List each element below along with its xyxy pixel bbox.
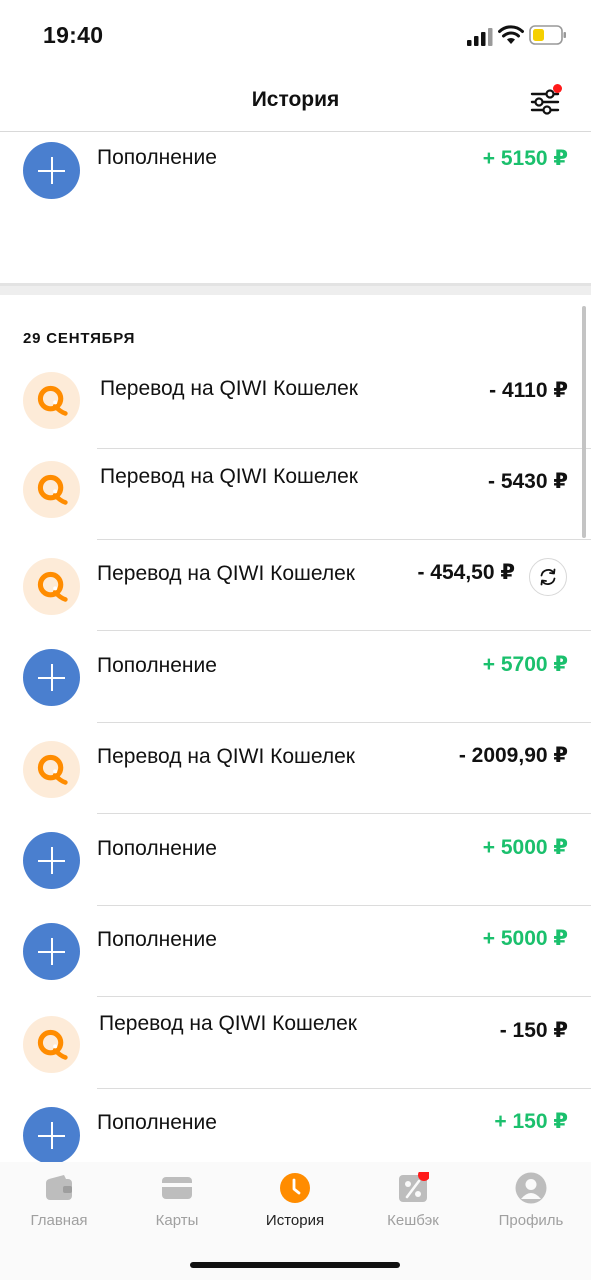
transaction-amount: + 5000 ₽ — [482, 927, 568, 950]
clock-icon — [280, 1173, 310, 1203]
transaction-amount: + 150 ₽ — [494, 1110, 568, 1133]
row-separator — [97, 813, 591, 814]
repeat-icon — [540, 568, 556, 586]
transaction-row[interactable]: Пополнение + 5000 ₽ — [0, 815, 591, 906]
home-indicator — [190, 1262, 400, 1268]
percent-tag-icon — [399, 1172, 429, 1202]
topup-plus-icon — [23, 649, 80, 706]
topup-plus-icon — [23, 832, 80, 889]
profile-icon — [515, 1172, 547, 1204]
transaction-title: Перевод на QIWI Кошелек — [100, 465, 358, 488]
transaction-row[interactable]: Пополнение + 5000 ₽ — [0, 906, 591, 997]
transaction-row[interactable]: Перевод на QIWI Кошелек - 454,50 ₽ — [0, 540, 591, 631]
tab-bar: Главная Карты История Кешбэк Профиль — [0, 1162, 591, 1280]
transaction-amount: - 2009,90 ₽ — [458, 744, 568, 767]
transaction-title: Перевод на QIWI Кошелек — [97, 745, 355, 768]
transaction-title: Перевод на QIWI Кошелек — [100, 377, 358, 400]
tab-label: Главная — [30, 1212, 88, 1229]
tab-label: Кешбэк — [387, 1212, 439, 1229]
transaction-amount: - 454,50 ₽ — [417, 561, 515, 584]
transaction-amount: - 4110 ₽ — [489, 379, 568, 402]
transaction-title: Пополнение — [97, 654, 217, 677]
transaction-title: Пополнение — [97, 928, 217, 951]
transaction-amount: + 5700 ₽ — [482, 653, 568, 676]
tab-cards[interactable]: Карты — [118, 1172, 236, 1242]
cellular-signal-icon — [467, 28, 493, 46]
transaction-row[interactable]: Перевод на QIWI Кошелек - 4110 ₽ — [0, 358, 591, 449]
qiwi-logo-icon — [23, 558, 80, 615]
transaction-amount: + 5150 ₽ — [482, 147, 568, 170]
tab-label: История — [265, 1212, 325, 1229]
filter-badge-dot — [553, 84, 562, 93]
topup-plus-icon — [23, 1107, 80, 1162]
row-separator — [97, 630, 591, 631]
repeat-payment-button[interactable] — [529, 558, 567, 596]
tab-profile[interactable]: Профиль — [472, 1172, 590, 1242]
transaction-row[interactable]: Перевод на QIWI Кошелек - 2009,90 ₽ — [0, 723, 591, 814]
transaction-amount: - 150 ₽ — [499, 1019, 568, 1042]
tab-label: Профиль — [498, 1212, 564, 1229]
tab-home[interactable]: Главная — [0, 1172, 118, 1242]
date-header: 29 СЕНТЯБРЯ — [23, 330, 136, 347]
topup-plus-icon — [23, 142, 80, 199]
card-icon — [162, 1177, 192, 1199]
transaction-row[interactable]: Перевод на QIWI Кошелек - 150 ₽ — [0, 998, 591, 1089]
battery-icon — [529, 25, 566, 45]
qiwi-logo-icon — [23, 372, 80, 429]
row-separator — [97, 996, 591, 997]
transaction-row[interactable]: Пополнение + 5700 ₽ — [0, 632, 591, 723]
transaction-row[interactable]: Перевод на QIWI Кошелек - 5430 ₽ — [0, 449, 591, 540]
transaction-amount: - 5430 ₽ — [488, 470, 568, 493]
nav-bar: История — [0, 70, 591, 132]
qiwi-logo-icon — [23, 741, 80, 798]
transaction-row[interactable]: Пополнение + 5150 ₽ — [0, 132, 591, 223]
wifi-icon — [498, 25, 524, 44]
history-list[interactable]: Пополнение + 5150 ₽ 29 СЕНТЯБРЯ Перевод … — [0, 132, 591, 1162]
transaction-title: Перевод на QIWI Кошелек — [97, 562, 355, 585]
filter-button[interactable] — [528, 84, 562, 118]
section-divider — [0, 283, 591, 295]
status-bar: 19:40 — [0, 0, 591, 70]
transaction-title: Пополнение — [97, 837, 217, 860]
scrollbar[interactable] — [582, 306, 586, 538]
tab-history[interactable]: История — [236, 1172, 354, 1242]
transaction-row[interactable]: Пополнение + 150 ₽ — [0, 1089, 591, 1162]
tab-label: Карты — [155, 1212, 199, 1229]
tab-cashback[interactable]: Кешбэк — [354, 1172, 472, 1242]
transaction-title: Пополнение — [97, 146, 217, 169]
transaction-title: Перевод на QIWI Кошелек — [99, 1012, 357, 1035]
topup-plus-icon — [23, 923, 80, 980]
transaction-title: Пополнение — [97, 1111, 217, 1134]
qiwi-logo-icon — [23, 461, 80, 518]
wallet-icon — [46, 1175, 72, 1200]
status-time: 19:40 — [43, 22, 104, 48]
page-title: История — [251, 88, 340, 111]
qiwi-logo-icon — [23, 1016, 80, 1073]
transaction-amount: + 5000 ₽ — [482, 836, 568, 859]
